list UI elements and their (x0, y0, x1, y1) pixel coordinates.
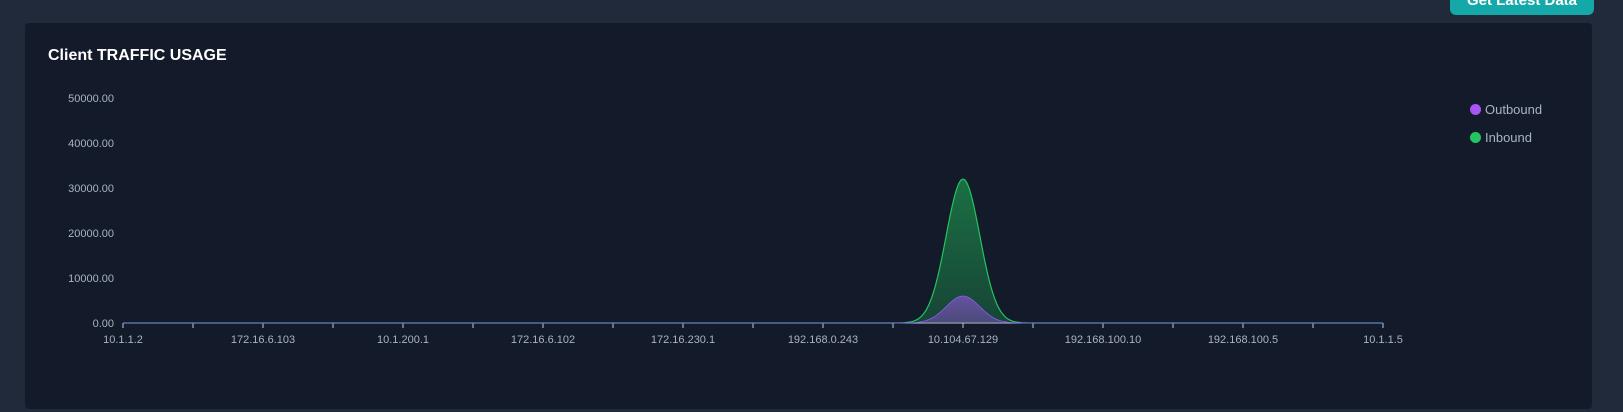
traffic-area-chart: 0.00 10000.00 20000.00 30000.00 40000.00 5000… (68, 93, 1403, 346)
x-tick-label: 10.104.67.129 (928, 334, 998, 346)
x-tick-label: 192.168.100.5 (1208, 334, 1278, 346)
y-tick-label: 30000.00 (68, 183, 114, 195)
y-tick-label: 0.00 (93, 318, 114, 330)
x-tick-label: 192.168.100.10 (1065, 334, 1141, 346)
y-tick-label: 10000.00 (68, 273, 114, 285)
legend-dot-outbound (1470, 104, 1481, 115)
y-tick-label: 50000.00 (68, 93, 114, 105)
legend-item-outbound[interactable]: Outbound (1470, 102, 1542, 117)
x-tick-label: 10.1.1.5 (1363, 334, 1403, 346)
y-tick-label: 40000.00 (68, 138, 114, 150)
chart-legend: Outbound Inbound (1470, 102, 1542, 145)
x-tick-label: 172.16.6.103 (231, 334, 295, 346)
legend-item-inbound[interactable]: Inbound (1470, 130, 1542, 145)
legend-label-outbound: Outbound (1485, 102, 1543, 117)
y-tick-label: 20000.00 (68, 228, 114, 240)
series-line-inbound (123, 178, 1383, 324)
legend-label-inbound: Inbound (1485, 130, 1532, 145)
legend-dot-inbound (1470, 132, 1481, 143)
series-area-outbound (123, 296, 1383, 323)
x-tick-label: 192.168.0.243 (788, 334, 858, 346)
series-area-inbound (123, 179, 1383, 323)
x-tick-label: 10.1.200.1 (377, 334, 429, 346)
x-tick-label: 10.1.1.2 (103, 334, 143, 346)
series-line-outbound (123, 295, 1383, 324)
x-tick-label: 172.16.6.102 (511, 334, 575, 346)
x-tick-label: 172.16.230.1 (651, 334, 715, 346)
